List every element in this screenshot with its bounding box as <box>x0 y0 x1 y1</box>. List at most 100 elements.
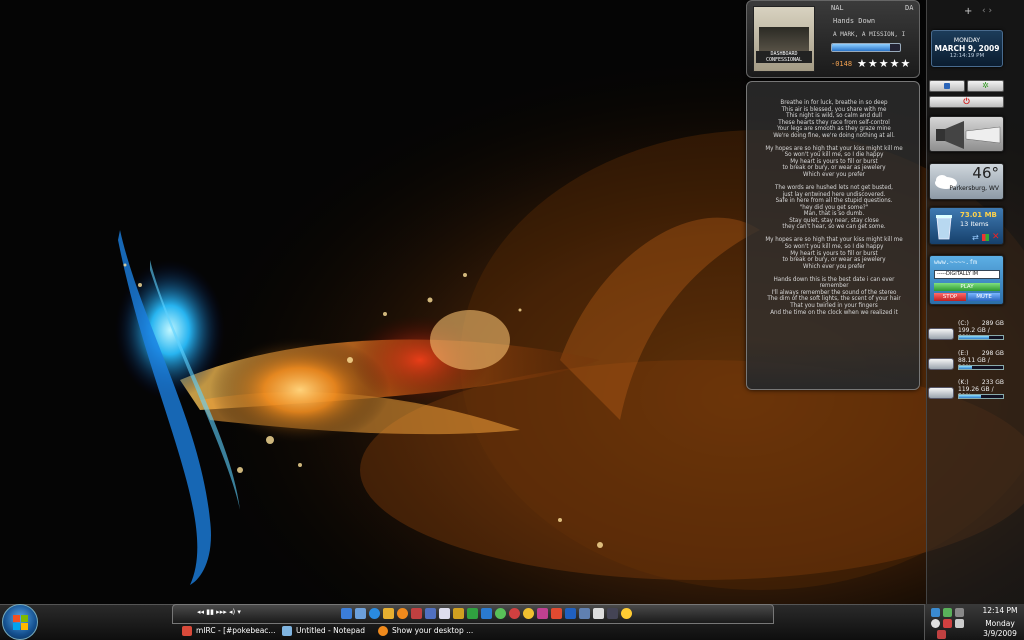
weather-gadget[interactable]: 46° Parkersburg, WV <box>929 163 1004 200</box>
close-icon[interactable]: ✕ <box>992 232 1000 242</box>
add-gadget-button[interactable]: + <box>964 6 972 17</box>
antivirus-tray-icon[interactable] <box>931 619 940 628</box>
steam-icon[interactable] <box>439 608 450 619</box>
network-tray-icon[interactable] <box>931 608 940 617</box>
drive-e[interactable]: (E:) 298 GB 88.11 GB / 29% <box>928 350 1004 376</box>
internet-explorer-icon[interactable] <box>369 608 380 619</box>
word-icon[interactable] <box>565 608 576 619</box>
lock-button[interactable] <box>929 80 965 92</box>
drive-usage-bar <box>958 365 1004 370</box>
media-player-widget[interactable]: DASHBOARD CONFESSIONAL NAL DA Hands Down… <box>746 0 920 78</box>
radio-play-button[interactable]: PLAY <box>934 283 1000 291</box>
paint-icon[interactable] <box>453 608 464 619</box>
hard-drive-icon <box>928 387 954 399</box>
network-icon[interactable] <box>579 608 590 619</box>
lyrics-panel[interactable]: Breathe in for luck, breathe in so deep … <box>746 81 920 390</box>
photoshop-icon[interactable] <box>467 608 478 619</box>
lock-icon <box>944 83 950 89</box>
media-controls[interactable]: ◂◂ ▮▮ ▸▸▸ ◂) ▾ <box>197 608 241 622</box>
radio-stop-button[interactable]: STOP <box>934 293 966 301</box>
quick-launch-bar: ◂◂ ▮▮ ▸▸▸ ◂) ▾ <box>172 604 774 624</box>
gadget-icon[interactable] <box>621 608 632 619</box>
show-desktop-icon[interactable] <box>341 608 352 619</box>
taskbar-item-mirc[interactable]: mIRC - [#pokebeac... <box>182 623 278 640</box>
firefox-icon <box>378 626 388 636</box>
volume-tray-icon[interactable] <box>955 619 964 628</box>
yahoo-icon[interactable] <box>523 608 534 619</box>
taskbar-item-notepad[interactable]: Untitled - Notepad <box>282 623 374 640</box>
speaker-icon <box>936 121 1001 149</box>
chat-icon[interactable] <box>481 608 492 619</box>
artist-scroll: A MARK, A MISSION, I <box>833 31 906 38</box>
clock-time: 12:14 PM <box>982 606 1018 615</box>
drive-letter: (E:) <box>958 350 969 357</box>
folder-icon[interactable] <box>383 608 394 619</box>
bin-actions: ⇄ ✕ <box>972 232 1002 242</box>
task-label: mIRC - [#pokebeac... <box>196 626 276 635</box>
firefox-icon[interactable] <box>397 608 408 619</box>
radio-mute-button[interactable]: MUTE <box>968 293 1000 301</box>
hard-drive-icon <box>928 328 954 340</box>
empty-bin-icon[interactable]: ⇄ <box>972 233 979 242</box>
radio-title: www.~~~~.fm <box>934 258 978 266</box>
bin-size: 73.01 MB <box>960 211 997 219</box>
player-header-right: DA <box>905 4 914 12</box>
media-icon[interactable] <box>537 608 548 619</box>
track-progress-bar[interactable] <box>831 43 901 52</box>
windows-icon[interactable] <box>982 234 989 241</box>
album-caption: DASHBOARD CONFESSIONAL <box>756 51 812 63</box>
shutdown-row: ⏻ <box>929 96 1004 108</box>
track-time: -0148 <box>831 60 853 68</box>
taskbar-clock[interactable]: 12:14 PM Monday 3/9/2009 <box>978 606 1022 639</box>
radio-gadget[interactable]: www.~~~~.fm -----DIGITALLY IM PLAY STOP … <box>929 255 1004 305</box>
track-title: Hands Down <box>833 17 876 25</box>
messenger-icon[interactable] <box>425 608 436 619</box>
drive-total: 289 GB <box>981 320 1004 327</box>
shutdown-button[interactable]: ⏻ <box>929 96 1004 108</box>
calendar-date: MARCH 9, 2009 <box>934 44 1000 53</box>
album-art: DASHBOARD CONFESSIONAL <box>753 6 815 72</box>
aim-icon[interactable] <box>495 608 506 619</box>
clock-day: Monday <box>985 619 1015 628</box>
calendar-gadget[interactable]: MONDAY MARCH 9, 2009 12:14:19 PM <box>931 30 1003 67</box>
radio-station-select[interactable]: -----DIGITALLY IM <box>934 270 1000 279</box>
recycle-bin-icon <box>936 215 952 240</box>
rating-stars[interactable]: ★★★★★ <box>857 57 911 70</box>
clock-date: 3/9/2009 <box>983 629 1017 638</box>
drive-letter: (C:) <box>958 320 969 327</box>
task-label: Untitled - Notepad <box>296 626 366 635</box>
drive-k[interactable]: (K:) 233 GB 119.26 GB / 51% <box>928 379 1004 405</box>
mirc-icon[interactable] <box>411 608 422 619</box>
triangle-app-icon[interactable] <box>593 608 604 619</box>
mirc-tray-icon[interactable] <box>937 630 946 639</box>
shield-tray-icon[interactable] <box>943 619 952 628</box>
switch-user-button[interactable]: ✲ <box>967 80 1004 92</box>
drive-c[interactable]: (C:) 289 GB 199.2 GB / 69% <box>928 320 1004 346</box>
system-button-row: ✲ <box>929 80 1004 92</box>
app-icon[interactable] <box>551 608 562 619</box>
messenger-tray-icon[interactable] <box>943 608 952 617</box>
drive-letter: (K:) <box>958 379 969 386</box>
drive-total: 298 GB <box>981 350 1004 357</box>
task-label: Show your desktop ... <box>392 626 474 635</box>
taskbar-item-firefox[interactable]: Show your desktop ... <box>378 623 478 640</box>
hard-drive-icon <box>928 358 954 370</box>
calendar-time: 12:14:19 PM <box>949 53 985 59</box>
notepad-icon <box>282 626 292 636</box>
switch-windows-icon[interactable] <box>355 608 366 619</box>
switch-user-icon: ✲ <box>982 81 989 90</box>
weather-city: Parkersburg, WV <box>949 185 999 192</box>
printer-tray-icon[interactable] <box>955 608 964 617</box>
ventrilo-icon[interactable] <box>509 608 520 619</box>
volume-gadget[interactable] <box>929 116 1004 152</box>
weather-temp: 46° <box>972 164 999 182</box>
player-header-left: NAL <box>831 4 844 12</box>
sidebar-controls: + ‹ › <box>928 4 1022 22</box>
recycle-bin-gadget[interactable]: 73.01 MB 13 Items ⇄ ✕ <box>929 207 1004 245</box>
spacer-icon <box>607 608 618 619</box>
calendar-weekday: MONDAY <box>953 37 981 44</box>
drive-total: 233 GB <box>981 379 1004 386</box>
start-button[interactable] <box>2 604 38 640</box>
gadget-nav-arrows[interactable]: ‹ › <box>982 6 992 16</box>
power-icon: ⏻ <box>963 97 970 106</box>
